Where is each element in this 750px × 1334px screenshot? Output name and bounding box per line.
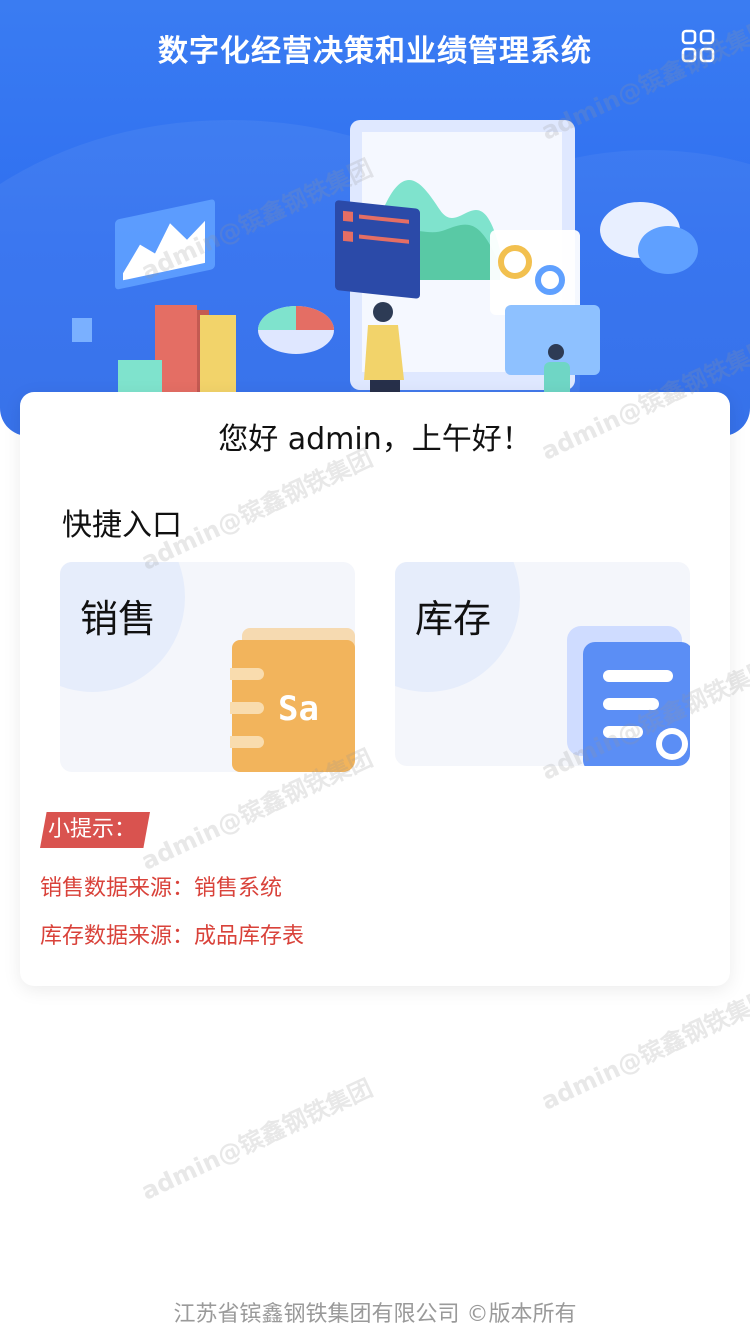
sales-entry-label: 销售 <box>80 597 157 641</box>
sales-entry-button[interactable]: 销售 Sa <box>60 562 355 772</box>
hero-illustration <box>72 120 698 420</box>
tip-sales-source: 销售数据来源：销售系统 <box>40 876 283 901</box>
home-card: 您好 admin，上午好！ 快捷入口 销售 Sa 库存 小提示： 销售数据来源：… <box>20 392 730 986</box>
inventory-entry-button[interactable]: 库存 <box>395 562 690 766</box>
grid-menu-button[interactable] <box>680 28 716 64</box>
app-title: 数字化经营决策和业绩管理系统 <box>158 34 592 69</box>
hero-banner: 数字化经营决策和业绩管理系统 <box>0 0 750 436</box>
grid-menu-icon <box>681 29 715 63</box>
footer-copyright: 江苏省镔鑫钢铁集团有限公司 ©版本所有 <box>173 1302 577 1327</box>
watermark: admin@镔鑫钢铁集团 <box>536 983 750 1116</box>
inventory-document-icon <box>567 626 690 766</box>
inventory-entry-label: 库存 <box>415 597 492 641</box>
quick-entry-title: 快捷入口 <box>62 508 182 543</box>
greeting-text: 您好 admin，上午好！ <box>218 422 532 457</box>
svg-text:Sa: Sa <box>278 689 319 729</box>
watermark: admin@镔鑫钢铁集团 <box>136 1073 377 1206</box>
tip-inventory-source: 库存数据来源：成品库存表 <box>40 924 305 949</box>
tips-badge: 小提示： <box>40 812 150 848</box>
sales-notebook-icon: Sa <box>230 628 355 772</box>
